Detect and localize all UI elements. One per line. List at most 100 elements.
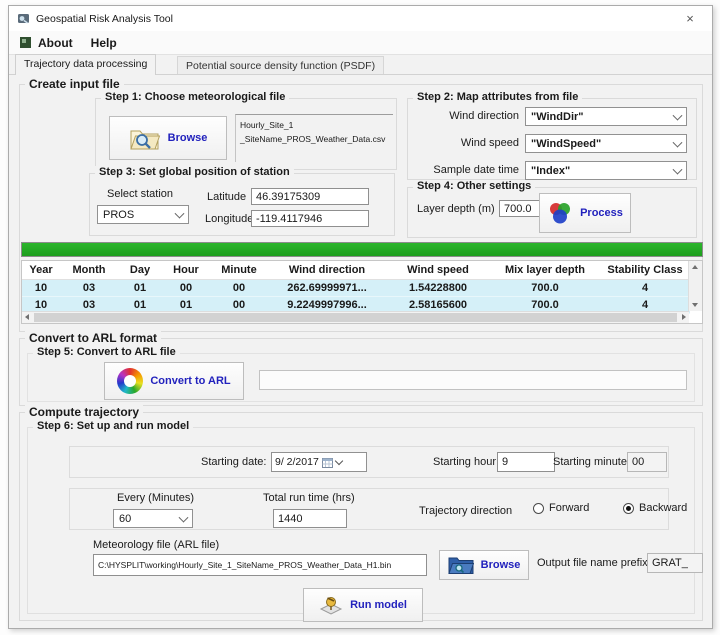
close-icon[interactable]: ×	[676, 11, 704, 26]
forward-label: Forward	[549, 502, 589, 514]
total-run-time-label: Total run time (hrs)	[263, 492, 355, 504]
starting-minute-field[interactable]: 00	[627, 452, 667, 472]
browse-button-label: Browse	[168, 132, 208, 144]
app-icon	[17, 12, 30, 25]
col-month[interactable]: Month	[60, 261, 118, 280]
chevron-down-icon	[673, 164, 683, 174]
step6-title: Step 6: Set up and run model	[33, 420, 193, 432]
cell: 262.69999971...	[268, 280, 386, 297]
cell: 1.54228800	[386, 280, 490, 297]
met-file-path-field[interactable]: C:\HYSPLIT\working\Hourly_Site_1_SiteNam…	[93, 554, 427, 576]
col-mix-layer-depth[interactable]: Mix layer depth	[490, 261, 600, 280]
browse-arl-file-button[interactable]: Browse	[439, 550, 529, 580]
total-run-time-field[interactable]: 1440	[273, 509, 347, 528]
group-title: Convert to ARL format	[25, 331, 161, 345]
file-name-line2: _SiteName_PROS_Weather_Data.csv	[240, 132, 393, 146]
col-wind-direction[interactable]: Wind direction	[268, 261, 386, 280]
met-file-label: Meteorology file (ARL file)	[93, 539, 219, 551]
station-value: PROS	[103, 209, 134, 221]
table-row[interactable]: 10 03 01 00 00 262.69999971... 1.5422880…	[22, 280, 690, 297]
step1-title: Step 1: Choose meteorological file	[101, 91, 289, 103]
convert-to-arl-button[interactable]: Convert to ARL	[104, 362, 244, 400]
process-circles-icon	[547, 201, 573, 225]
starting-hour-label: Starting hour:	[433, 456, 499, 468]
trajectory-direction-label: Trajectory direction	[419, 505, 512, 517]
output-prefix-label: Output file name prefix	[537, 557, 648, 569]
wind-speed-select[interactable]: "WindSpeed"	[525, 134, 687, 153]
scrollbar-thumb[interactable]	[34, 313, 677, 322]
run-model-label: Run model	[350, 599, 407, 611]
col-hour[interactable]: Hour	[162, 261, 210, 280]
radio-forward[interactable]: Forward	[533, 502, 589, 514]
scroll-left-icon[interactable]	[25, 314, 29, 320]
folder-search-icon	[129, 125, 161, 151]
longitude-field[interactable]: -119.4117946	[251, 210, 369, 227]
radio-backward[interactable]: Backward	[623, 502, 687, 514]
scroll-down-icon[interactable]	[692, 303, 698, 307]
calendar-icon	[322, 457, 333, 468]
blue-folder-icon	[448, 555, 474, 575]
every-minutes-value: 60	[119, 513, 131, 525]
selected-file-label: Hourly_Site_1 _SiteName_PROS_Weather_Dat…	[235, 114, 393, 162]
process-button[interactable]: Process	[539, 193, 631, 233]
latitude-field[interactable]: 46.39175309	[251, 188, 369, 205]
menu-app-icon	[19, 36, 32, 49]
file-name-line1: Hourly_Site_1	[240, 118, 393, 132]
tab-trajectory-data-processing[interactable]: Trajectory data processing	[15, 54, 156, 75]
starting-hour-field[interactable]: 9	[497, 452, 555, 472]
scroll-up-icon[interactable]	[692, 265, 698, 269]
wind-speed-label: Wind speed	[407, 137, 519, 149]
chevron-down-icon	[673, 137, 683, 147]
step2-title: Step 2: Map attributes from file	[413, 91, 582, 103]
cell: 700.0	[490, 280, 600, 297]
starting-date-value: 9/ 2/2017	[275, 456, 319, 468]
sample-date-time-label: Sample date time	[407, 164, 519, 176]
col-minute[interactable]: Minute	[210, 261, 268, 280]
title-bar: Geospatial Risk Analysis Tool ×	[9, 6, 712, 31]
wind-direction-value: "WindDir"	[531, 111, 584, 123]
horizontal-scrollbar[interactable]	[22, 311, 689, 323]
run-model-button[interactable]: Run model	[303, 588, 423, 622]
chevron-down-icon	[673, 110, 683, 120]
cell: 00	[210, 280, 268, 297]
app-window: Geospatial Risk Analysis Tool × About He…	[8, 5, 713, 629]
wind-direction-select[interactable]: "WindDir"	[525, 107, 687, 126]
tab-strip: Trajectory data processing Potential sou…	[9, 54, 712, 75]
menu-help[interactable]: Help	[85, 36, 129, 50]
starting-date-picker[interactable]: 9/ 2/2017	[271, 452, 367, 472]
screenshot-stage: Geospatial Risk Analysis Tool × About He…	[0, 0, 720, 635]
output-prefix-field[interactable]: GRAT_	[647, 553, 703, 573]
data-grid: Year Month Day Hour Minute Wind directio…	[22, 261, 690, 314]
col-year[interactable]: Year	[22, 261, 60, 280]
group-title: Compute trajectory	[25, 405, 143, 419]
chevron-down-icon	[335, 457, 343, 465]
cell: 03	[60, 280, 118, 297]
step4-title: Step 4: Other settings	[413, 180, 535, 192]
layer-depth-label: Layer depth (m)	[417, 203, 495, 215]
radio-circle-icon	[533, 503, 544, 514]
processing-progress-bar	[21, 242, 703, 257]
col-stability-class[interactable]: Stability Class	[600, 261, 690, 280]
chevron-down-icon	[175, 208, 185, 218]
col-day[interactable]: Day	[118, 261, 162, 280]
select-station-label: Select station	[107, 188, 173, 200]
menu-about[interactable]: About	[32, 36, 85, 50]
station-select[interactable]: PROS	[97, 205, 189, 224]
sample-date-time-select[interactable]: "Index"	[525, 161, 687, 180]
weather-data-table: Year Month Day Hour Minute Wind directio…	[21, 260, 703, 324]
scroll-right-icon[interactable]	[682, 314, 686, 320]
convert-button-label: Convert to ARL	[150, 375, 230, 387]
chevron-down-icon	[179, 512, 189, 522]
wind-speed-value: "WindSpeed"	[531, 138, 601, 150]
longitude-label: Longitude	[205, 213, 253, 225]
process-button-label: Process	[580, 207, 623, 219]
convert-progress-bar	[259, 370, 687, 390]
vertical-scrollbar[interactable]	[688, 261, 702, 311]
tab-psdf[interactable]: Potential source density function (PSDF)	[177, 56, 384, 75]
browse-arl-label: Browse	[481, 559, 521, 571]
every-minutes-select[interactable]: 60	[113, 509, 193, 528]
browse-met-file-button[interactable]: Browse	[109, 116, 227, 160]
group-title: Create input file	[25, 77, 124, 91]
col-wind-speed[interactable]: Wind speed	[386, 261, 490, 280]
cell: 01	[118, 280, 162, 297]
